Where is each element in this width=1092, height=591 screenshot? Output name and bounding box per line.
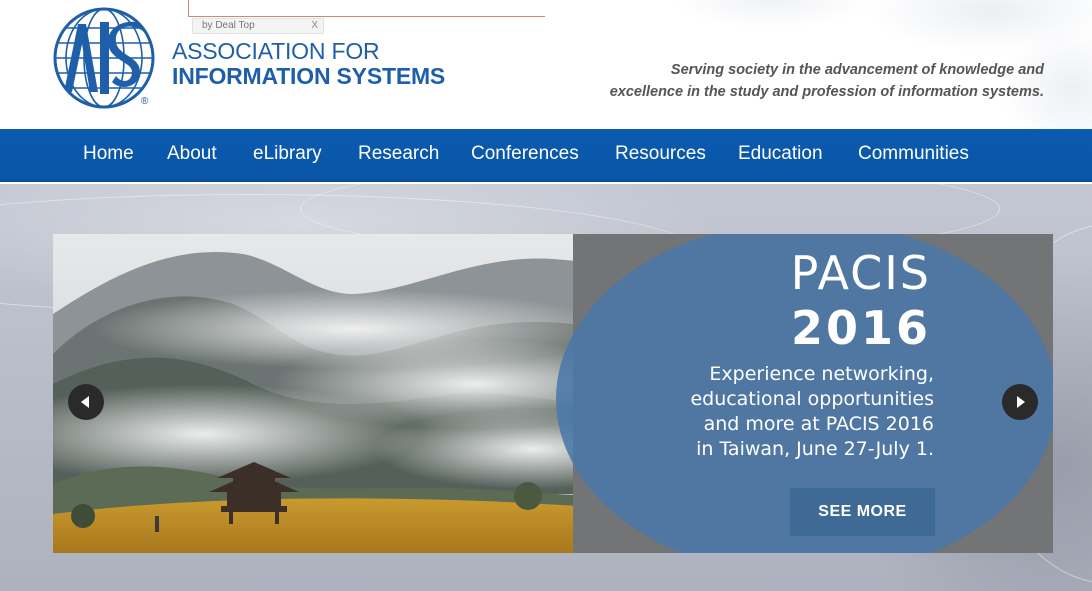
slide-description-line-2: educational opportunities	[690, 388, 934, 410]
slide-title-line-1: PACIS	[790, 246, 931, 300]
slide-description: Experience networking, educational oppor…	[634, 362, 934, 462]
slide-description-line-3: and more at PACIS 2016	[703, 413, 934, 435]
nav-item-about[interactable]: About	[167, 141, 217, 167]
ad-attribution-label: by Deal Top	[202, 20, 255, 31]
see-more-button[interactable]: SEE MORE	[790, 488, 935, 536]
nav-item-home[interactable]: Home	[83, 141, 134, 167]
ad-close-icon[interactable]: X	[311, 19, 318, 33]
logo-line-1: ASSOCIATION FOR	[172, 38, 380, 64]
site-tagline: Serving society in the advancement of kn…	[564, 59, 1044, 103]
ad-attribution[interactable]: by Deal Top X	[192, 18, 324, 34]
site-logo-text[interactable]: ASSOCIATION FOR INFORMATION SYSTEMS	[172, 39, 445, 89]
arrow-right-icon	[1017, 396, 1025, 408]
slide-title-line-2: 2016	[790, 301, 931, 355]
nav-item-resources[interactable]: Resources	[615, 141, 706, 167]
main-nav: Home About eLibrary Research Conferences…	[0, 129, 1092, 182]
tagline-line-1: Serving society in the advancement of kn…	[670, 62, 1044, 78]
nav-item-conferences[interactable]: Conferences	[471, 141, 579, 167]
nav-item-education[interactable]: Education	[738, 141, 823, 167]
slide-description-line-4: in Taiwan, June 27-July 1.	[696, 438, 934, 460]
tagline-line-2: excellence in the study and profession o…	[609, 84, 1044, 100]
nav-item-research[interactable]: Research	[358, 141, 439, 167]
slide-title: PACIS 2016	[791, 250, 931, 351]
site-header: by Deal Top X ® ASSOCIATION FOR INFORMAT…	[0, 0, 1092, 129]
hero-slider: PACIS 2016 Experience networking, educat…	[53, 234, 1053, 553]
registered-mark: ®	[141, 96, 149, 107]
slide-description-line-1: Experience networking,	[709, 363, 934, 385]
ad-banner-frame[interactable]	[188, 0, 545, 17]
slider-prev-button[interactable]	[68, 384, 104, 420]
logo-line-2: INFORMATION SYSTEMS	[172, 63, 446, 89]
nav-item-elibrary[interactable]: eLibrary	[253, 141, 322, 167]
globe-logo-icon[interactable]	[52, 6, 156, 110]
arrow-left-icon	[81, 396, 89, 408]
nav-item-communities[interactable]: Communities	[858, 141, 969, 167]
slider-next-button[interactable]	[1002, 384, 1038, 420]
